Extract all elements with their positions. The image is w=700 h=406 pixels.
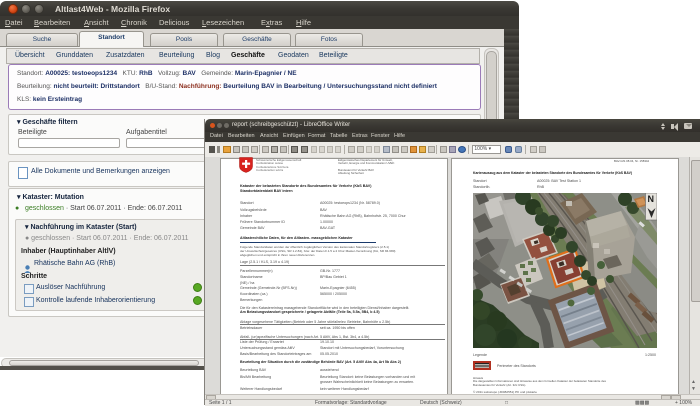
svg-text:N: N	[648, 194, 655, 204]
